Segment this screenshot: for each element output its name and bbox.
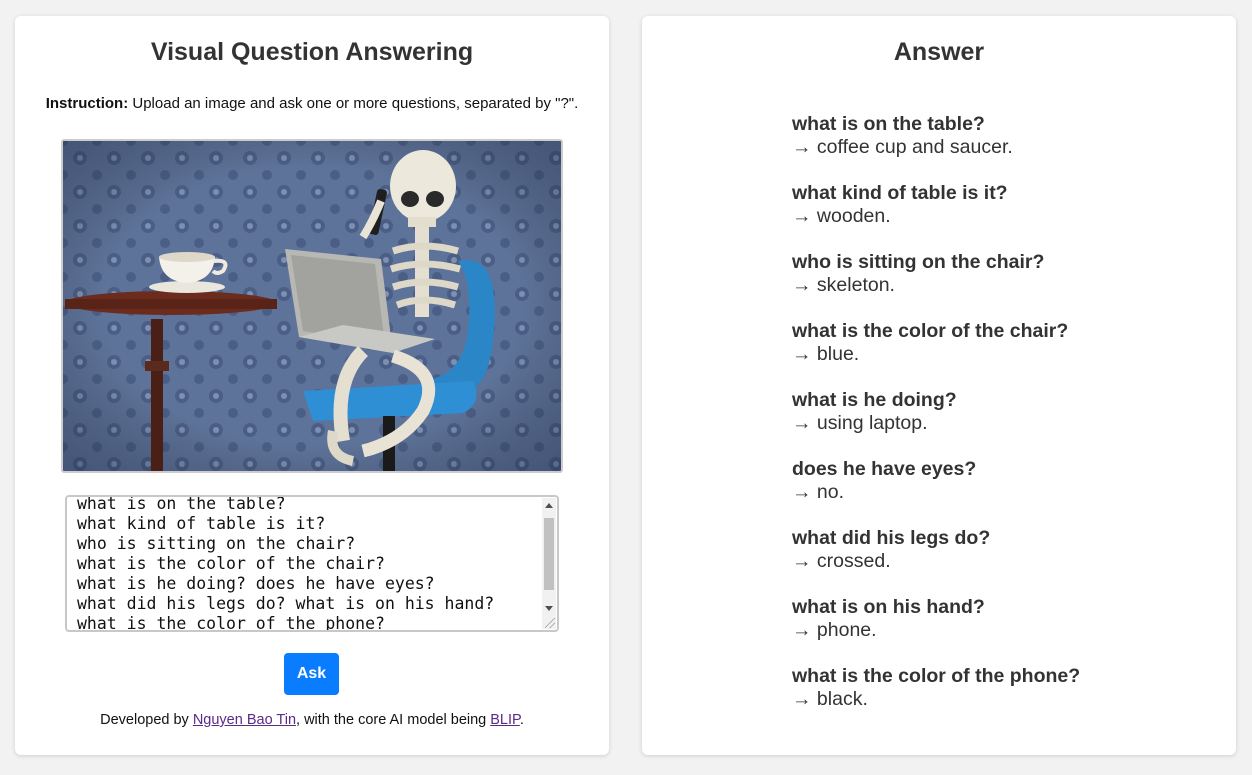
- answer-text: → skeleton.: [792, 274, 895, 296]
- resize-handle-icon[interactable]: [545, 618, 555, 628]
- answer-text: → coffee cup and saucer.: [792, 136, 1013, 158]
- instruction-text: Upload an image and ask one or more ques…: [128, 95, 579, 112]
- answer-text: → wooden.: [792, 205, 891, 227]
- answer-item: what is he doing? → using laptop.: [792, 388, 1080, 457]
- scroll-down-icon[interactable]: [545, 606, 553, 611]
- answer-list: what is on the table? → coffee cup and s…: [792, 112, 1080, 733]
- footer-prefix: Developed by: [100, 712, 193, 728]
- answer-text: → black.: [792, 688, 868, 710]
- answer-question: what is the color of the phone?: [792, 665, 1081, 687]
- ask-button[interactable]: Ask: [284, 653, 339, 695]
- answer-question: what kind of table is it?: [792, 182, 1008, 204]
- answer-text: → crossed.: [792, 550, 891, 572]
- questions-text: what is on the table? what kind of table…: [77, 495, 495, 632]
- answer-item: what did his legs do? → crossed.: [792, 526, 1080, 595]
- answer-item: what kind of table is it? → wooden.: [792, 181, 1080, 250]
- author-link[interactable]: Nguyen Bao Tin: [193, 712, 296, 728]
- answer-panel: Answer what is on the table? → coffee cu…: [642, 16, 1236, 755]
- footer-middle: , with the core AI model being: [296, 712, 491, 728]
- answer-item: what is on his hand? → phone.: [792, 595, 1080, 664]
- answer-item: what is on the table? → coffee cup and s…: [792, 112, 1080, 181]
- scroll-thumb[interactable]: [544, 518, 554, 590]
- answer-question: who is sitting on the chair?: [792, 251, 1045, 273]
- answer-item: what is the color of the chair? → blue.: [792, 319, 1080, 388]
- answer-title: Answer: [893, 38, 985, 66]
- answer-text: → phone.: [792, 619, 877, 641]
- uploaded-image[interactable]: [61, 139, 563, 473]
- footer: Developed by Nguyen Bao Tin, with the co…: [15, 712, 609, 728]
- answer-question: what is on his hand?: [792, 596, 985, 618]
- answer-text: → no.: [792, 481, 845, 503]
- answer-question: what is he doing?: [792, 389, 957, 411]
- answer-question: what is the color of the chair?: [792, 320, 1069, 342]
- answer-item: does he have eyes? → no.: [792, 457, 1080, 526]
- input-panel: Visual Question Answering Instruction: U…: [15, 16, 609, 755]
- scroll-up-icon[interactable]: [545, 503, 553, 508]
- answer-item: who is sitting on the chair? → skeleton.: [792, 250, 1080, 319]
- answer-question: what did his legs do?: [792, 527, 991, 549]
- footer-suffix: .: [519, 712, 524, 728]
- answer-question: does he have eyes?: [792, 458, 977, 480]
- scrollbar[interactable]: [542, 498, 556, 629]
- skeleton-photo: [63, 141, 561, 471]
- answer-question: what is on the table?: [792, 113, 985, 135]
- questions-textarea[interactable]: what is on the table? what kind of table…: [65, 495, 559, 632]
- answer-text: → blue.: [792, 343, 860, 365]
- instruction: Instruction: Upload an image and ask one…: [15, 95, 609, 112]
- model-link[interactable]: BLIP: [490, 712, 520, 728]
- page-title: Visual Question Answering: [150, 38, 474, 66]
- answer-item: what is the color of the phone? → black.: [792, 664, 1080, 733]
- answer-text: → using laptop.: [792, 412, 928, 434]
- instruction-label: Instruction:: [45, 95, 129, 112]
